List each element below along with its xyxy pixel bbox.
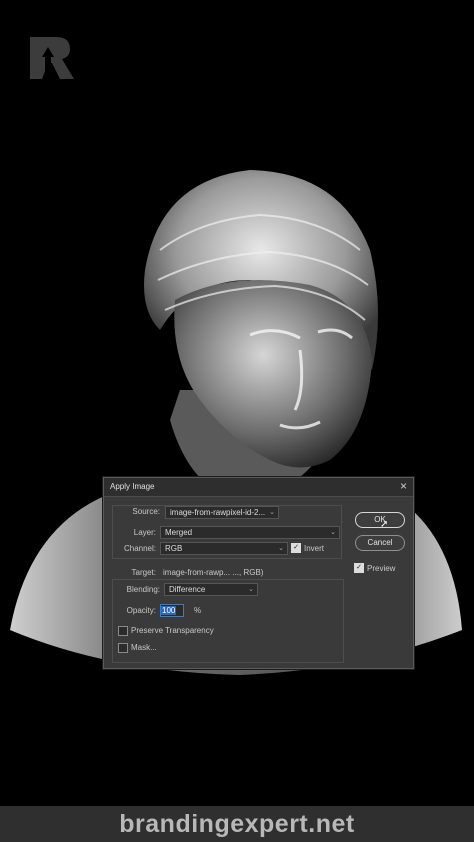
invert-label: Invert: [304, 544, 325, 553]
channel-value: RGB: [165, 544, 183, 553]
cursor-icon: ➚: [380, 519, 389, 530]
opacity-input[interactable]: 100: [160, 604, 184, 617]
target-value: image-from-rawp... ..., RGB): [163, 568, 264, 577]
layer-value: Merged: [165, 528, 193, 537]
close-icon[interactable]: ×: [400, 479, 407, 493]
chevron-down-icon: ⌄: [248, 586, 254, 593]
blending-value: Difference: [169, 585, 206, 594]
cancel-button[interactable]: Cancel: [355, 535, 405, 551]
chevron-down-icon: ⌄: [269, 509, 275, 516]
chevron-down-icon: ⌄: [278, 545, 284, 552]
invert-checkbox[interactable]: ✓: [291, 543, 301, 553]
opacity-value: 100: [161, 606, 177, 615]
dialog-title: Apply Image: [110, 482, 155, 491]
blending-label: Blending:: [126, 585, 160, 594]
preview-checkbox[interactable]: ✓: [354, 563, 364, 573]
brand-logo: [30, 37, 74, 79]
source-select[interactable]: image-from-rawpixel-id-2... ⌄: [165, 506, 279, 519]
layer-select[interactable]: Merged ⌄: [160, 526, 340, 539]
opacity-label: Opacity:: [126, 606, 156, 615]
footer-watermark: brandingexpert.net: [119, 810, 355, 838]
mask-checkbox[interactable]: [118, 643, 128, 653]
footer-banner: brandingexpert.net: [0, 806, 474, 842]
preserve-transparency-checkbox[interactable]: [118, 626, 128, 636]
channel-select[interactable]: RGB ⌄: [160, 542, 288, 555]
chevron-down-icon: ⌄: [330, 529, 336, 536]
target-label: Target:: [131, 568, 156, 577]
blending-select[interactable]: Difference ⌄: [164, 583, 258, 596]
mask-label: Mask...: [131, 643, 157, 652]
preserve-transparency-label: Preserve Transparency: [131, 626, 214, 635]
apply-image-dialog: Apply Image × Source: image-from-rawpixe…: [103, 477, 414, 669]
source-value: image-from-rawpixel-id-2...: [170, 508, 266, 517]
source-label: Source:: [132, 507, 160, 516]
opacity-unit: %: [194, 606, 202, 615]
layer-label: Layer:: [133, 528, 156, 537]
channel-label: Channel:: [123, 544, 156, 553]
dialog-titlebar[interactable]: Apply Image ×: [104, 478, 413, 497]
preview-label: Preview: [367, 564, 396, 573]
